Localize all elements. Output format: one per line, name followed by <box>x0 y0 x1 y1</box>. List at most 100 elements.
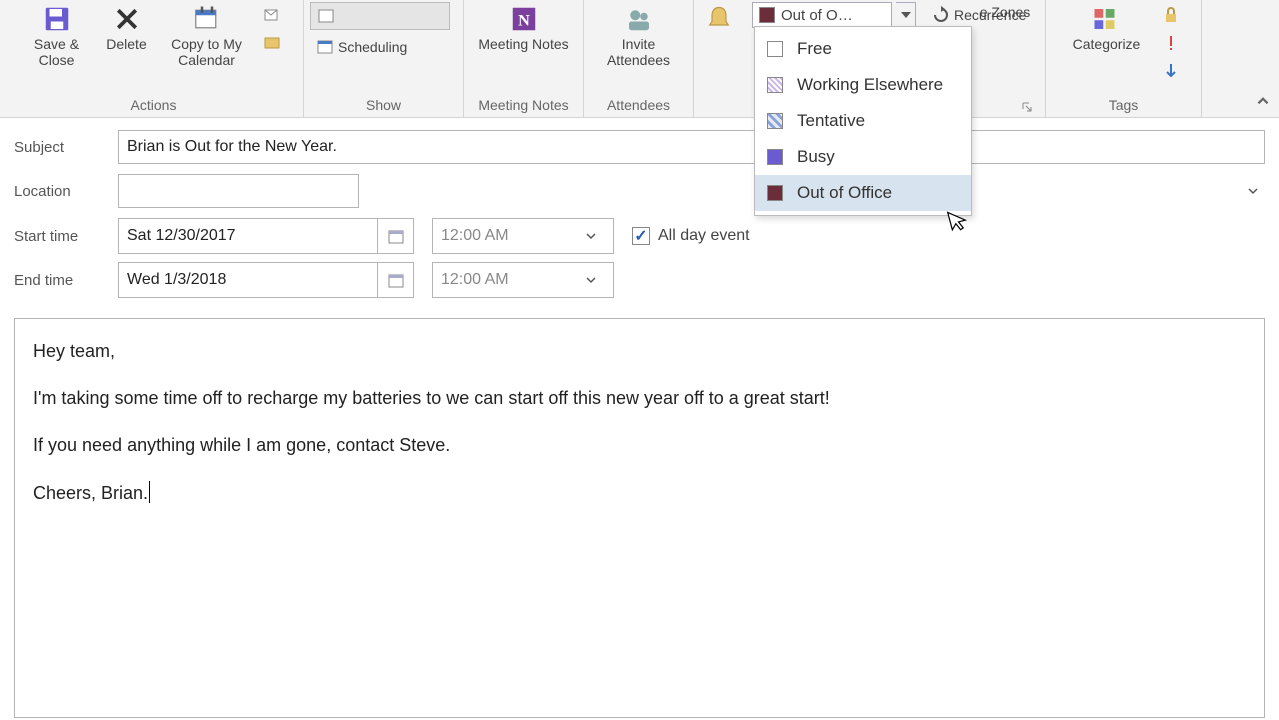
end-date-box <box>118 262 414 298</box>
delete-icon <box>110 4 144 34</box>
envelope-icon <box>263 34 281 52</box>
all-day-checkbox[interactable]: ✓ All day event <box>632 227 750 245</box>
body-paragraph: If you need anything while I am gone, co… <box>33 433 1246 458</box>
location-input[interactable] <box>118 174 359 208</box>
all-day-label: All day event <box>658 227 750 245</box>
actions-small-stack <box>257 2 287 56</box>
copy-calendar-label: Copy to My Calendar <box>163 36 251 68</box>
time-zones-label: e Zones <box>980 4 1031 20</box>
end-date-picker-button[interactable] <box>377 263 413 297</box>
subject-label: Subject <box>14 139 118 156</box>
invite-attendees-label: Invite Attendees <box>594 36 684 68</box>
scheduling-button[interactable]: Scheduling <box>310 34 413 60</box>
group-label-meeting-notes: Meeting Notes <box>478 95 568 117</box>
categorize-label: Categorize <box>1073 36 1141 52</box>
categorize-button[interactable]: Categorize <box>1062 2 1152 52</box>
bell-icon <box>705 4 739 34</box>
ribbon-group-attendees: Invite Attendees Attendees <box>584 0 694 117</box>
onenote-small-button[interactable] <box>257 30 287 56</box>
option-label: Working Elsewhere <box>797 75 943 95</box>
swatch-free-icon <box>767 41 783 57</box>
chevron-down-icon <box>901 12 911 18</box>
group-label-tags: Tags <box>1109 95 1139 117</box>
show-as-swatch-icon <box>759 7 775 23</box>
dialog-launcher-icon[interactable] <box>1021 101 1035 115</box>
exclamation-icon <box>1162 34 1180 52</box>
end-time-box[interactable]: 12:00 AM <box>432 262 614 298</box>
arrow-down-icon <box>1162 62 1180 80</box>
copy-calendar-button[interactable]: Copy to My Calendar <box>161 2 253 68</box>
calendar-copy-icon <box>190 4 224 34</box>
start-time-label: Start time <box>14 228 118 245</box>
meeting-notes-label: Meeting Notes <box>478 36 568 52</box>
show-as-button[interactable]: Out of O… <box>752 2 892 28</box>
attendees-icon <box>622 4 656 34</box>
swatch-tentative-icon <box>767 113 783 129</box>
ribbon: Save & Close Delete Copy to My Calendar <box>0 0 1279 118</box>
recurrence-icon <box>932 6 950 24</box>
swatch-working-elsewhere-icon <box>767 77 783 93</box>
forward-icon <box>263 6 281 24</box>
show-as-option-tentative[interactable]: Tentative <box>755 103 971 139</box>
start-date-picker-button[interactable] <box>377 219 413 253</box>
delete-button[interactable]: Delete <box>97 2 157 52</box>
subject-input[interactable] <box>118 130 1265 164</box>
show-as-option-free[interactable]: Free <box>755 31 971 67</box>
onenote-icon: N <box>507 4 541 34</box>
chevron-down-icon <box>585 230 613 242</box>
delete-label: Delete <box>106 36 146 52</box>
scheduling-icon <box>316 38 334 56</box>
option-label: Free <box>797 39 832 59</box>
appointment-icon <box>317 7 335 25</box>
end-time-label: End time <box>14 272 118 289</box>
invite-attendees-button[interactable]: Invite Attendees <box>592 2 686 68</box>
ribbon-group-tags: Categorize Tags <box>1046 0 1202 117</box>
body-paragraph: Hey team, <box>33 339 1246 364</box>
show-as-option-busy[interactable]: Busy <box>755 139 971 175</box>
option-label: Busy <box>797 147 835 167</box>
show-as-option-out-of-office[interactable]: Out of Office <box>755 175 971 211</box>
categorize-icon <box>1090 4 1124 34</box>
time-zones-button[interactable]: e Zones <box>971 2 1039 20</box>
high-importance-button[interactable] <box>1156 30 1186 56</box>
location-dropdown-icon[interactable] <box>1247 185 1259 197</box>
group-label-show: Show <box>366 95 401 117</box>
swatch-out-of-office-icon <box>767 185 783 201</box>
option-label: Tentative <box>797 111 865 131</box>
group-label-attendees: Attendees <box>607 95 670 117</box>
save-icon <box>40 4 74 34</box>
start-time-value: 12:00 AM <box>433 221 585 251</box>
ribbon-group-show: Scheduling Show <box>304 0 464 117</box>
lock-icon <box>1162 6 1180 24</box>
group-label-actions: Actions <box>131 95 177 117</box>
meeting-notes-button[interactable]: N Meeting Notes <box>474 2 574 52</box>
start-date-box <box>118 218 414 254</box>
option-label: Out of Office <box>797 183 892 203</box>
low-importance-button[interactable] <box>1156 58 1186 84</box>
save-close-label: Save & Close <box>23 36 91 68</box>
collapse-ribbon-icon[interactable] <box>1255 93 1273 111</box>
scheduling-label: Scheduling <box>338 39 407 55</box>
save-close-button[interactable]: Save & Close <box>21 2 93 68</box>
chevron-down-icon <box>585 274 613 286</box>
end-date-input[interactable] <box>119 265 377 295</box>
ribbon-group-actions: Save & Close Delete Copy to My Calendar <box>4 0 304 117</box>
location-label: Location <box>14 183 118 200</box>
show-as-dropdown-split[interactable] <box>896 2 916 28</box>
appointment-button[interactable] <box>310 2 450 30</box>
private-button[interactable] <box>1156 2 1186 28</box>
text-caret-icon <box>149 481 150 503</box>
body-editor[interactable]: Hey team, I'm taking some time off to re… <box>14 318 1265 718</box>
show-as-selected-label: Out of O… <box>781 7 887 24</box>
start-time-box[interactable]: 12:00 AM <box>432 218 614 254</box>
reminder-button[interactable] <box>700 2 744 36</box>
body-paragraph: Cheers, Brian. <box>33 481 1246 506</box>
forward-button[interactable] <box>257 2 287 28</box>
end-time-value: 12:00 AM <box>433 265 585 295</box>
checkbox-icon: ✓ <box>632 227 650 245</box>
show-as-option-working-elsewhere[interactable]: Working Elsewhere <box>755 67 971 103</box>
show-as-dropdown-menu: Free Working Elsewhere Tentative Busy Ou… <box>754 26 972 216</box>
start-date-input[interactable] <box>119 221 377 251</box>
appointment-form: Subject Location Start time 12:00 AM ✓ A… <box>0 118 1279 314</box>
swatch-busy-icon <box>767 149 783 165</box>
